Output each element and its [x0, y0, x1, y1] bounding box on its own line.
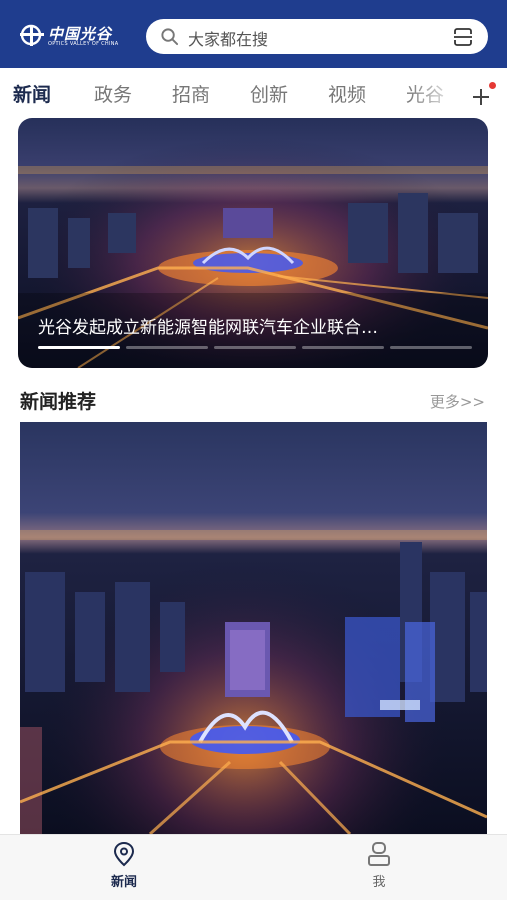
news-card-image[interactable]	[20, 422, 487, 834]
tab-investment[interactable]: 招商	[172, 80, 210, 107]
person-icon	[368, 842, 390, 866]
add-channel-button[interactable]	[467, 74, 497, 110]
more-link[interactable]: 更多>>	[430, 391, 485, 412]
logo-subtitle: OPTICS VALLEY OF CHINA	[48, 41, 119, 47]
news-photo	[20, 422, 487, 834]
carousel-dot-4[interactable]	[302, 346, 384, 349]
search-bar[interactable]: 大家都在搜	[146, 19, 488, 54]
location-pin-icon	[113, 841, 135, 867]
banner-caption[interactable]: 光谷发起成立新能源智能网联汽车企业联合…	[38, 313, 468, 338]
plus-icon	[473, 89, 489, 105]
search-icon	[161, 28, 179, 46]
nav-me[interactable]: 我	[319, 835, 439, 900]
banner-carousel[interactable]: 光谷发起成立新能源智能网联汽车企业联合…	[18, 118, 488, 368]
nav-me-label: 我	[372, 875, 386, 890]
top-bar: 中国光谷 OPTICS VALLEY OF CHINA 大家都在搜	[0, 0, 507, 68]
tab-government[interactable]: 政务	[94, 80, 132, 107]
scan-icon[interactable]	[452, 26, 474, 48]
app-logo[interactable]: 中国光谷 OPTICS VALLEY OF CHINA	[18, 21, 126, 51]
carousel-dot-3[interactable]	[214, 346, 296, 349]
tab-news[interactable]: 新闻	[13, 80, 51, 107]
section-title: 新闻推荐	[20, 391, 97, 413]
nav-news-label: 新闻	[110, 875, 137, 890]
carousel-dot-2[interactable]	[126, 346, 208, 349]
tabs-fade	[407, 68, 467, 116]
search-placeholder: 大家都在搜	[188, 30, 269, 49]
tab-innovation[interactable]: 创新	[250, 80, 288, 107]
bottom-navigation: 新闻 我	[0, 834, 507, 900]
logo-emblem-icon	[20, 24, 44, 46]
tab-video[interactable]: 视频	[328, 80, 366, 107]
carousel-indicator	[38, 346, 472, 350]
carousel-dot-1[interactable]	[38, 346, 120, 349]
channel-tabs: 新闻 政务 招商 创新 视频 光谷	[0, 68, 507, 116]
nav-news[interactable]: 新闻	[64, 835, 184, 900]
notification-dot	[489, 82, 496, 89]
carousel-dot-5[interactable]	[390, 346, 472, 349]
